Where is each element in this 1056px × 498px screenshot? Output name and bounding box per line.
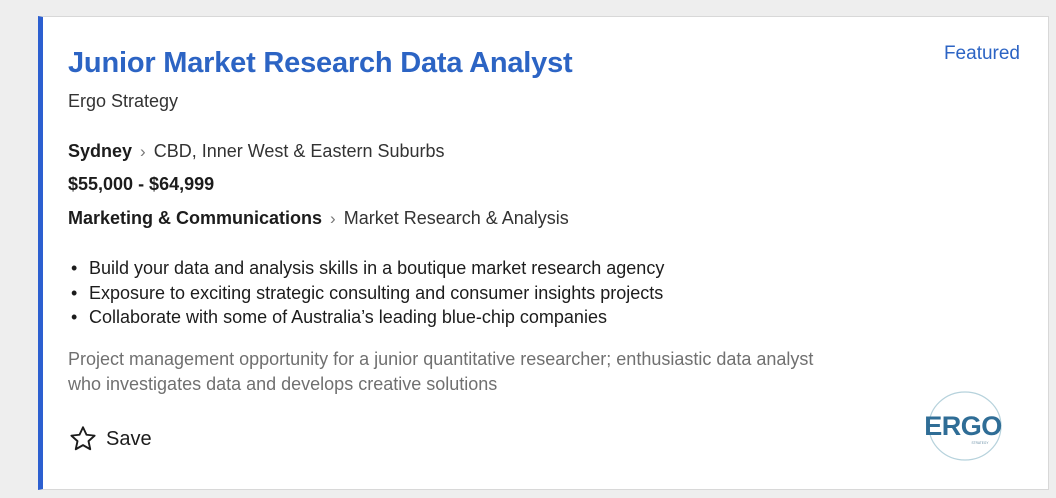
bullet-icon: • — [71, 282, 78, 303]
list-item: • Collaborate with some of Australia’s le… — [68, 305, 664, 330]
star-outline-icon — [68, 424, 98, 454]
salary: $55,000 - $64,999 — [68, 174, 215, 194]
job-title-link[interactable]: Junior Market Research Data Analyst — [68, 47, 573, 80]
list-item-text: Collaborate with some of Australia’s lea… — [89, 307, 607, 327]
selling-points-list: • Build your data and analysis skills in … — [68, 256, 664, 330]
list-item-text: Exposure to exciting strategic consultin… — [89, 282, 664, 303]
location-city[interactable]: Sydney — [68, 141, 132, 161]
chevron-right-icon: › — [140, 142, 146, 161]
svg-text:STRATEGY: STRATEGY — [972, 441, 990, 445]
save-label: Save — [106, 427, 152, 450]
bullet-icon: • — [71, 258, 78, 278]
list-item: • Build your data and analysis skills in … — [68, 256, 664, 281]
company-logo[interactable]: ERGO STRATEGY — [916, 389, 1010, 463]
classification-subcategory[interactable]: Market Research & Analysis — [344, 208, 569, 228]
chevron-right-icon: › — [330, 209, 336, 228]
featured-badge: Featured — [943, 43, 1020, 64]
svg-text:ERGO: ERGO — [924, 411, 1002, 441]
company-name[interactable]: Ergo Strategy — [68, 91, 178, 112]
job-classification: Marketing & Communications › Market Resear… — [68, 208, 569, 229]
classification-category[interactable]: Marketing & Communications — [68, 208, 322, 228]
list-item: • Exposure to exciting strategic consulti… — [68, 281, 664, 306]
list-item-text: Build your data and analysis skills in a… — [89, 258, 665, 278]
job-teaser: Project management opportunity for a jun… — [68, 349, 814, 394]
save-button[interactable]: Save — [68, 422, 152, 456]
location-area[interactable]: CBD, Inner West & Eastern Suburbs — [154, 141, 445, 161]
bullet-icon: • — [71, 307, 78, 327]
job-card[interactable]: Featured Junior Market Research Data Ana… — [38, 16, 1049, 490]
job-location: Sydney › CBD, Inner West & Eastern Suburbs — [68, 141, 445, 162]
